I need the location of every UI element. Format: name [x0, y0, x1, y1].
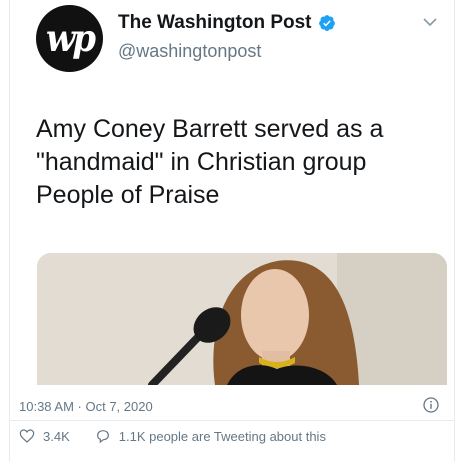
- avatar-logo: wp: [45, 16, 96, 61]
- tweeting-about-link[interactable]: 1.1K people are Tweeting about this: [95, 428, 326, 444]
- info-icon[interactable]: [423, 397, 439, 413]
- display-name[interactable]: The Washington Post: [118, 12, 312, 34]
- tweet-text-line: People of Praise: [36, 181, 220, 209]
- tweet-card: wp The Washington Post @washingtonpost A…: [9, 0, 455, 462]
- handle[interactable]: @washingtonpost: [118, 41, 261, 62]
- tweet-photo[interactable]: [37, 253, 447, 385]
- avatar[interactable]: wp: [36, 5, 103, 72]
- author-name-row: The Washington Post: [118, 12, 336, 34]
- chevron-down-icon[interactable]: [422, 16, 438, 28]
- tweet-text: Amy Coney Barrett served as a "handmaid"…: [36, 113, 446, 212]
- divider: [10, 420, 454, 421]
- speech-bubble-icon: [96, 430, 109, 444]
- tweet-text-line: Amy Coney Barrett served as a: [36, 115, 384, 143]
- tweet-actions: 3.4K 1.1K people are Tweeting about this: [19, 428, 326, 444]
- like-count: 3.4K: [43, 428, 70, 444]
- tweet-text-line: "handmaid" in Christian group: [36, 148, 367, 176]
- timestamp[interactable]: 10:38 AM · Oct 7, 2020: [19, 399, 153, 414]
- tweeting-about-text: 1.1K people are Tweeting about this: [118, 428, 326, 444]
- like-button[interactable]: 3.4K: [19, 428, 70, 444]
- heart-icon: [19, 429, 35, 443]
- photo-illustration: [37, 253, 447, 385]
- verified-badge-icon: [318, 15, 335, 31]
